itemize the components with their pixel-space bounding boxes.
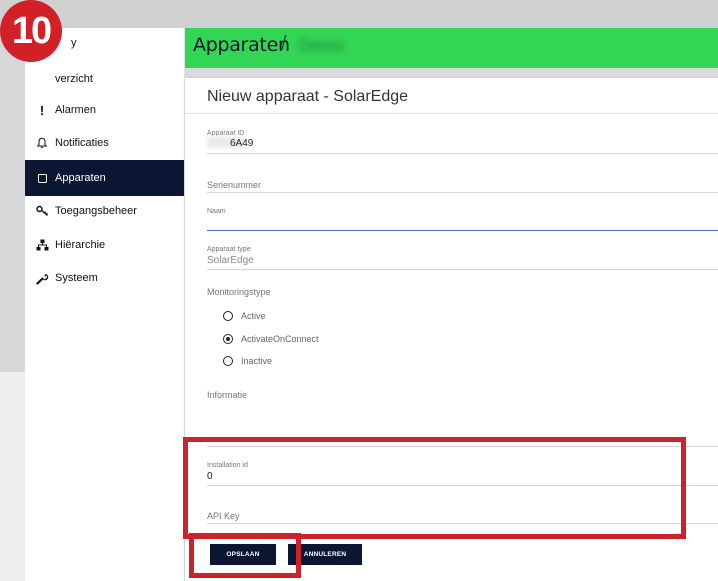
step-number-badge: 10 <box>0 0 62 62</box>
sidebar: y verzicht ! Alarmen Notificaties Appara… <box>25 28 185 581</box>
page-header: Apparaten / Demo <box>185 28 718 68</box>
wrench-icon <box>35 272 49 285</box>
radio-activateonconnect[interactable] <box>223 334 233 344</box>
sidebar-item-apparaten[interactable]: Apparaten <box>25 160 184 196</box>
sidebar-item-label: Systeem <box>55 272 98 284</box>
key-icon <box>35 205 49 217</box>
sidebar-item-alarmen[interactable]: ! Alarmen <box>25 92 184 128</box>
device-id-label: Apparaat ID <box>207 130 245 137</box>
sidebar-item-label: Toegangsbeheer <box>55 205 137 217</box>
sidebar-item-notificaties[interactable]: Notificaties <box>25 125 184 161</box>
sidebar-item-toegangsbeheer[interactable]: Toegangsbeheer <box>25 193 184 229</box>
backdrop-top <box>0 0 718 28</box>
device-id-value: 6A49 <box>230 138 254 149</box>
radio-label-inactive: Inactive <box>241 356 273 366</box>
highlight-box-credentials <box>183 437 686 539</box>
serial-number-field[interactable]: Serienummer <box>207 180 261 190</box>
radio-inactive[interactable] <box>223 356 233 366</box>
device-id-underline <box>207 153 718 154</box>
device-icon <box>35 173 49 184</box>
device-type-underline <box>207 269 718 270</box>
device-type-label: Apparaat type <box>207 246 251 253</box>
name-label: Naam <box>207 208 226 215</box>
form-title: Nieuw apparaat - SolarEdge <box>207 88 409 105</box>
name-field[interactable] <box>207 230 718 231</box>
radio-label-active: Active <box>241 311 266 321</box>
page-title: Apparaten <box>193 34 290 56</box>
sidebar-item-label: Hiërarchie <box>55 239 106 251</box>
exclamation-icon: ! <box>39 102 45 118</box>
sidebar-item-label: Alarmen <box>55 104 96 116</box>
sidebar-item-label: Notificaties <box>55 137 109 149</box>
breadcrumb-separator: / <box>281 33 287 55</box>
highlight-box-save <box>189 533 301 578</box>
monitoring-type-label: Monitoringstype <box>207 287 271 297</box>
sidebar-item-overview[interactable]: verzicht <box>55 73 93 85</box>
radio-active[interactable] <box>223 311 233 321</box>
backdrop-left-lower <box>0 372 25 581</box>
breadcrumb-item[interactable]: Demo <box>299 36 344 56</box>
sidebar-item-label: Apparaten <box>55 172 106 184</box>
bell-icon <box>35 137 49 149</box>
hierarchy-icon <box>35 239 49 251</box>
radio-label-activateonconnect: ActivateOnConnect <box>241 334 319 344</box>
sidebar-item-hierarchie[interactable]: Hiërarchie <box>25 227 184 263</box>
serial-number-underline <box>207 192 718 193</box>
sidebar-item-systeem[interactable]: Systeem <box>25 260 184 296</box>
divider <box>185 113 718 114</box>
device-type-value: SolarEdge <box>207 255 254 266</box>
information-field[interactable]: Informatie <box>207 390 247 400</box>
sidebar-item-partial-top[interactable]: y <box>71 37 77 49</box>
